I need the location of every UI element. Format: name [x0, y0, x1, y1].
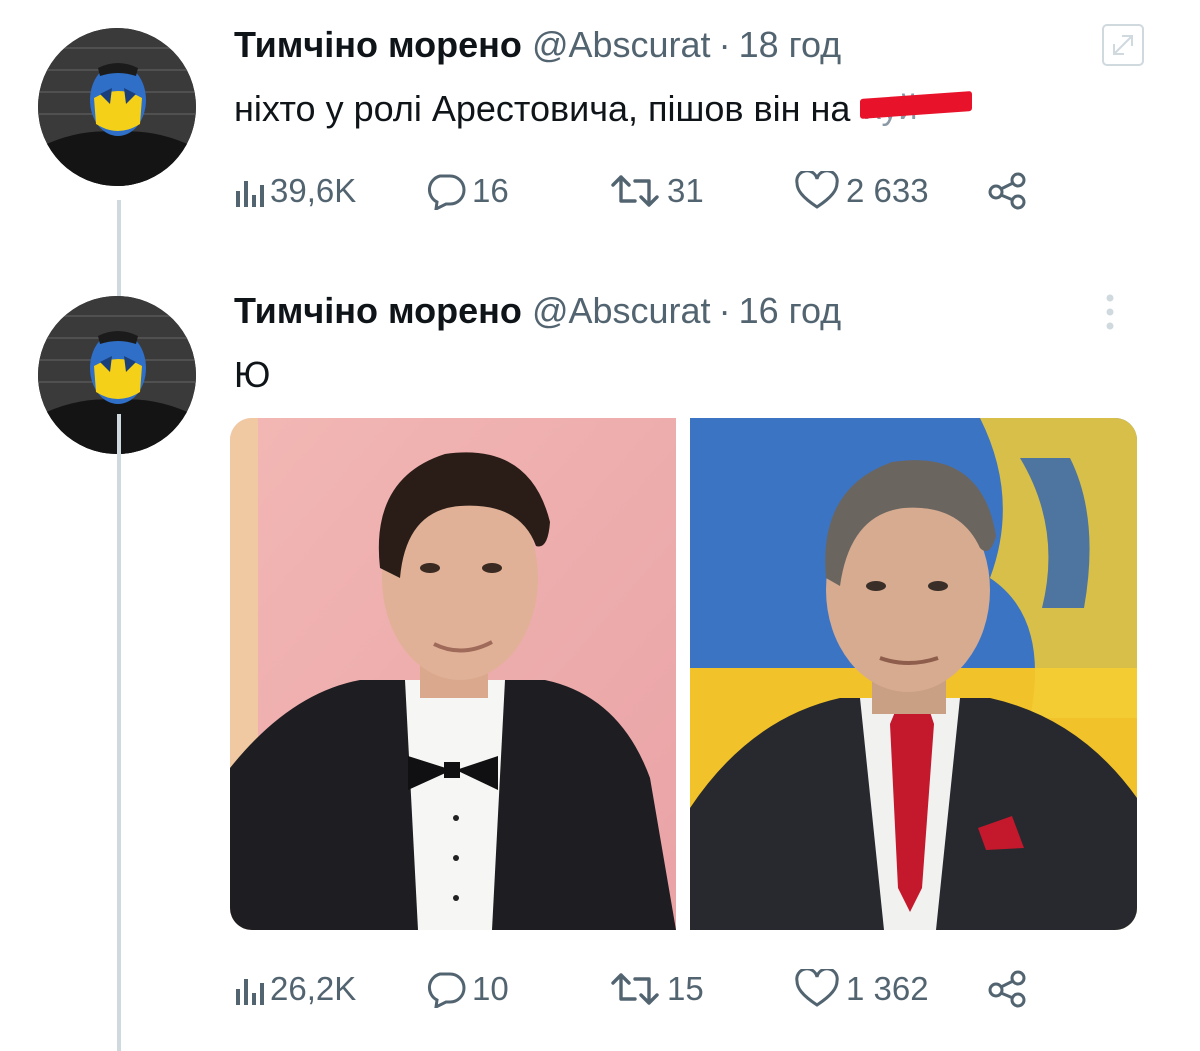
share-icon — [988, 172, 1026, 210]
retweet-icon — [611, 175, 659, 207]
more-vertical-icon[interactable] — [1098, 290, 1122, 339]
expand-icon[interactable] — [1100, 22, 1146, 73]
reply-button[interactable]: 16 — [424, 168, 509, 214]
tweet-text: Ю — [234, 354, 270, 396]
views-stat[interactable]: 39,6K — [234, 168, 356, 214]
tweet-actions: 26,2K 10 15 1 362 — [234, 966, 1034, 1012]
bar-chart-icon — [236, 979, 264, 1005]
timestamp[interactable]: 16 год — [739, 290, 842, 331]
heart-icon — [795, 171, 839, 209]
views-count: 39,6K — [270, 172, 357, 209]
share-button[interactable] — [986, 966, 1028, 1012]
views-stat[interactable]: 26,2K — [234, 966, 356, 1012]
like-count: 1 362 — [846, 970, 929, 1007]
tweet-body: ніхто у ролі Арестовича, пішов він на — [234, 88, 851, 129]
like-count: 2 633 — [846, 172, 929, 209]
thread-connector — [117, 200, 121, 304]
timestamp[interactable]: 18 год — [739, 24, 842, 65]
redaction-mark: хуй — [860, 89, 973, 129]
views-count: 26,2K — [270, 970, 357, 1007]
tweet-header: Тимчіно морено @Abscurat · 16 год — [234, 290, 841, 332]
retweet-button[interactable]: 31 — [609, 168, 704, 214]
media-grid[interactable] — [230, 418, 1137, 930]
reply-count: 16 — [472, 172, 509, 209]
thread-connector — [117, 414, 121, 1051]
like-button[interactable]: 2 633 — [794, 168, 929, 214]
heart-icon — [795, 969, 839, 1007]
author-name[interactable]: Тимчіно морено — [234, 290, 522, 331]
speech-bubble-icon — [427, 174, 466, 210]
retweet-icon — [611, 973, 659, 1005]
bar-chart-icon — [236, 181, 264, 207]
like-button[interactable]: 1 362 — [794, 966, 929, 1012]
author-name[interactable]: Тимчіно морено — [234, 24, 522, 65]
photo-man-flag[interactable] — [690, 418, 1137, 930]
tweet-text: ніхто у ролі Арестовича, пішов він на ху… — [234, 88, 973, 130]
reply-button[interactable]: 10 — [424, 966, 509, 1012]
speech-bubble-icon — [427, 972, 466, 1008]
tweet-header: Тимчіно морено @Abscurat · 18 год — [234, 24, 841, 66]
separator: · — [718, 24, 731, 65]
share-button[interactable] — [986, 168, 1028, 214]
photo-man-tuxedo[interactable] — [230, 418, 676, 930]
author-handle[interactable]: @Abscurat — [532, 290, 711, 331]
tweet-actions: 39,6K 16 31 2 633 — [234, 168, 1034, 214]
separator: · — [718, 290, 731, 331]
author-handle[interactable]: @Abscurat — [532, 24, 711, 65]
retweet-button[interactable]: 15 — [609, 966, 704, 1012]
tweet-body: Ю — [234, 354, 271, 395]
share-icon — [988, 970, 1026, 1008]
retweet-count: 31 — [667, 172, 704, 209]
reply-count: 10 — [472, 970, 509, 1007]
retweet-count: 15 — [667, 970, 704, 1007]
avatar[interactable] — [38, 28, 196, 186]
